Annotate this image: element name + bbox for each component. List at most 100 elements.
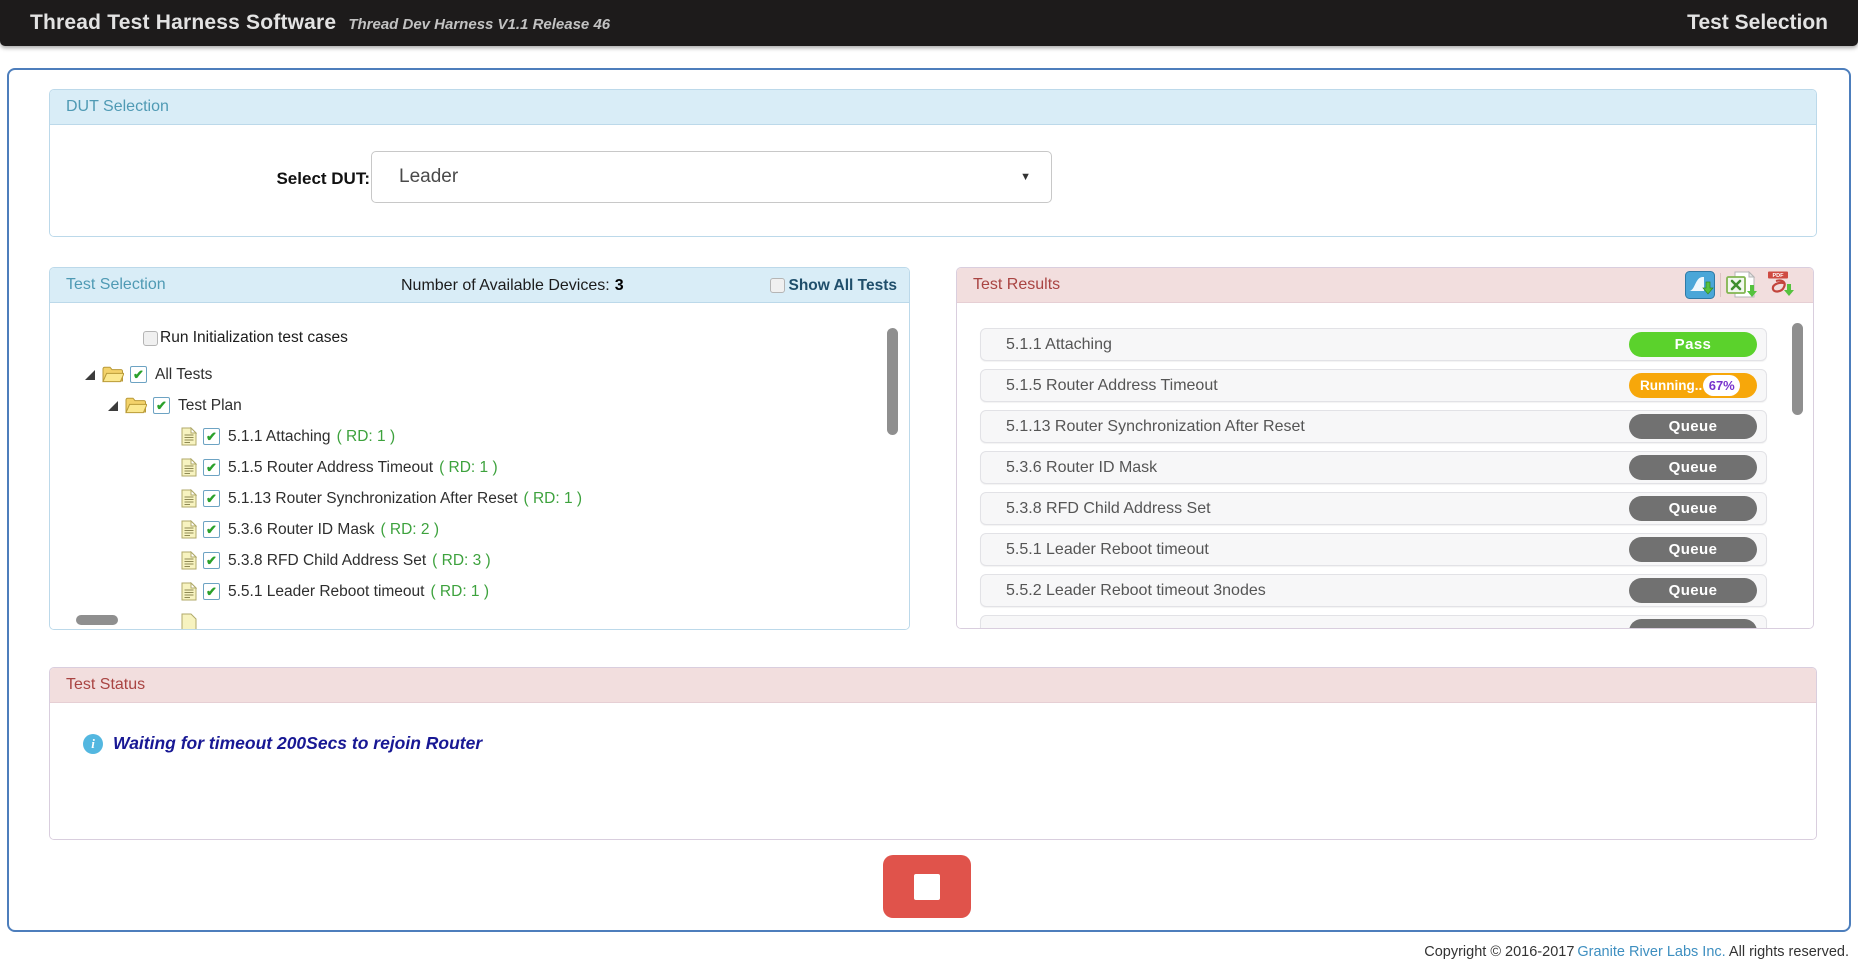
run-initialization-checkbox[interactable] [143, 331, 158, 346]
document-icon [181, 458, 197, 477]
copyright-prefix: Copyright © 2016-2017 [1424, 944, 1574, 960]
test-results-panel: Test Results [956, 267, 1814, 629]
show-all-tests-label: Show All Tests [788, 277, 897, 295]
available-devices: Number of Available Devices: 3 [401, 268, 624, 303]
dut-selection-heading: DUT Selection [50, 90, 1816, 125]
dut-selection-title: DUT Selection [66, 98, 169, 116]
show-all-tests-toggle[interactable]: Show All Tests [770, 268, 897, 303]
tree-test-label[interactable]: 5.5.1 Leader Reboot timeout [228, 583, 424, 601]
stop-button[interactable] [883, 855, 971, 918]
result-row: 5.1.5 Router Address Timeout Running.. 6… [980, 369, 1767, 402]
run-initialization-option[interactable]: Run Initialization test cases [143, 329, 909, 347]
tree-test-label[interactable]: 5.1.5 Router Address Timeout [228, 459, 433, 477]
available-devices-label: Number of Available Devices: [401, 277, 610, 295]
status-message: Waiting for timeout 200Secs to rejoin Ro… [113, 733, 482, 754]
tree-node-label[interactable]: Test Plan [178, 397, 242, 415]
dut-select-value: Leader [399, 166, 458, 188]
dut-selection-body: Select DUT: Leader ▼ [50, 125, 1816, 236]
test-selection-title: Test Selection [66, 276, 166, 294]
app-version-subtitle: Thread Dev Harness V1.1 Release 46 [348, 16, 610, 33]
tree-test-item: ✔ 5.1.5 Router Address Timeout ( RD: 1 ) [181, 452, 909, 483]
document-icon [181, 582, 197, 601]
top-header-bar: Thread Test Harness Software Thread Dev … [0, 0, 1858, 46]
tree-test-item: ✔ 5.5.1 Leader Reboot timeout ( RD: 1 ) [181, 576, 909, 607]
status-badge-running: Running.. 67% [1629, 373, 1757, 398]
export-toolbar: PDF [1685, 271, 1797, 299]
progress-percent: 67% [1703, 375, 1740, 396]
result-row-partial [980, 615, 1767, 628]
result-row: 5.1.13 Router Synchronization After Rese… [980, 410, 1767, 443]
result-row: 5.3.6 Router ID Mask Queue [980, 451, 1767, 484]
tree-test-label[interactable]: 5.3.6 Router ID Mask [228, 521, 374, 539]
folder-icon [102, 366, 124, 383]
app-window: Thread Test Harness Software Thread Dev … [0, 0, 1858, 974]
tree-test-rd: ( RD: 1 ) [430, 583, 489, 601]
tree-expander-icon[interactable] [85, 370, 95, 380]
test-status-heading: Test Status [50, 668, 1816, 703]
tree-test-label[interactable]: 5.3.8 RFD Child Address Set [228, 552, 426, 570]
info-icon: i [83, 734, 103, 754]
tree-test-label[interactable]: 5.1.1 Attaching [228, 428, 331, 446]
tree-test-label[interactable]: 5.1.13 Router Synchronization After Rese… [228, 490, 518, 508]
tree-checkbox[interactable]: ✔ [203, 521, 220, 538]
company-link[interactable]: Granite River Labs Inc. [1577, 944, 1725, 960]
tree-checkbox[interactable]: ✔ [130, 366, 147, 383]
vertical-scrollbar-thumb[interactable] [887, 328, 898, 435]
tree-node-all-tests: ✔ All Tests [85, 359, 909, 390]
tree-test-rd: ( RD: 1 ) [439, 459, 498, 477]
status-badge-queue: Queue [1629, 496, 1757, 521]
tree-node-label[interactable]: All Tests [155, 366, 212, 384]
document-icon [181, 489, 197, 508]
main-container: DUT Selection Select DUT: Leader ▼ Test … [7, 68, 1851, 932]
document-icon [181, 427, 197, 446]
tree-checkbox[interactable]: ✔ [203, 490, 220, 507]
tree-test-item-partial [181, 607, 909, 629]
tree-checkbox[interactable]: ✔ [203, 428, 220, 445]
tree-test-item: ✔ 5.1.13 Router Synchronization After Re… [181, 483, 909, 514]
test-selection-heading: Test Selection Number of Available Devic… [50, 268, 909, 303]
result-row: 5.5.1 Leader Reboot timeout Queue [980, 533, 1767, 566]
show-all-tests-checkbox[interactable] [770, 278, 785, 293]
tree-checkbox[interactable]: ✔ [203, 583, 220, 600]
tree-checkbox[interactable]: ✔ [203, 552, 220, 569]
horizontal-scrollbar-thumb[interactable] [76, 615, 118, 625]
test-selection-body: Run Initialization test cases ✔ All Test… [50, 303, 909, 629]
status-badge-queue: Queue [1629, 414, 1757, 439]
test-results-heading: Test Results [957, 268, 1813, 303]
run-initialization-label: Run Initialization test cases [160, 329, 348, 347]
footer-copyright: Copyright © 2016-2017Granite River Labs … [1424, 944, 1852, 960]
document-icon [181, 551, 197, 570]
tree-test-rd: ( RD: 1 ) [337, 428, 396, 446]
wireshark-capture-export-icon[interactable] [1685, 271, 1715, 299]
tree-node-test-plan: ✔ Test Plan [108, 390, 909, 421]
test-results-title: Test Results [973, 276, 1060, 294]
chevron-down-icon: ▼ [1020, 171, 1031, 183]
result-row: 5.5.2 Leader Reboot timeout 3nodes Queue [980, 574, 1767, 607]
folder-icon [125, 397, 147, 414]
tree-checkbox[interactable]: ✔ [153, 397, 170, 414]
test-status-panel: Test Status i Waiting for timeout 200Sec… [49, 667, 1817, 840]
test-results-body: 5.1.1 Attaching Pass 5.1.5 Router Addres… [957, 303, 1813, 628]
tree-test-item: ✔ 5.3.6 Router ID Mask ( RD: 2 ) [181, 514, 909, 545]
tree-checkbox[interactable]: ✔ [203, 459, 220, 476]
page-title: Test Selection [1687, 11, 1828, 35]
vertical-scrollbar-thumb[interactable] [1792, 323, 1803, 415]
document-icon [181, 613, 197, 629]
tree-test-rd: ( RD: 1 ) [524, 490, 583, 508]
excel-export-icon[interactable] [1726, 271, 1758, 299]
document-icon [181, 520, 197, 539]
test-tree: ✔ All Tests ✔ Test Plan [50, 359, 909, 629]
status-badge-queue: Queue [1629, 537, 1757, 562]
dut-select-dropdown[interactable]: Leader ▼ [371, 151, 1052, 203]
dut-selection-panel: DUT Selection Select DUT: Leader ▼ [49, 89, 1817, 237]
tree-expander-icon[interactable] [108, 401, 118, 411]
toolbar-divider [1720, 273, 1721, 297]
tree-test-item: ✔ 5.3.8 RFD Child Address Set ( RD: 3 ) [181, 545, 909, 576]
select-dut-label: Select DUT: [200, 169, 370, 189]
pdf-export-icon[interactable]: PDF [1763, 271, 1797, 299]
test-status-title: Test Status [66, 676, 145, 694]
tree-test-rd: ( RD: 3 ) [432, 552, 491, 570]
status-badge-queue: Queue [1629, 455, 1757, 480]
status-badge-queue [1629, 619, 1757, 628]
status-badge-queue: Queue [1629, 578, 1757, 603]
